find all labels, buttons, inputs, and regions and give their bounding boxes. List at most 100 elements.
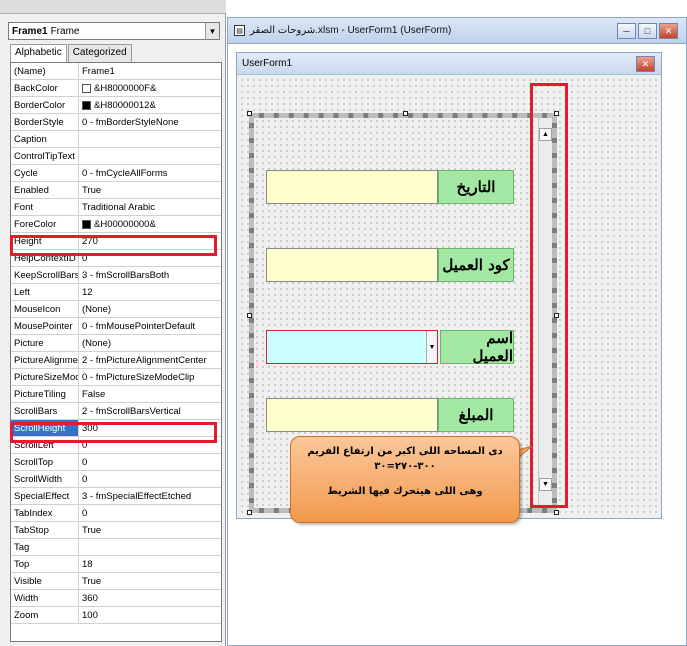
property-name[interactable]: Tag [11,539,79,555]
property-value[interactable]: 3 - fmSpecialEffectEtched [79,491,221,502]
property-name[interactable]: TabIndex [11,505,79,521]
property-value[interactable]: 0 [79,253,221,264]
property-name[interactable]: TabStop [11,522,79,538]
property-name[interactable]: ForeColor [11,216,79,232]
property-name[interactable]: Picture [11,335,79,351]
resize-handle[interactable] [247,510,252,515]
property-row[interactable]: TabStop True [11,522,221,539]
property-name[interactable]: Font [11,199,79,215]
property-name[interactable]: ScrollLeft [11,437,79,453]
object-selector-combo[interactable]: Frame1 Frame ▼ [8,22,220,40]
frame-vertical-scrollbar[interactable]: ▲ ▼ [538,118,552,508]
property-name[interactable]: MouseIcon [11,301,79,317]
resize-handle[interactable] [554,313,559,318]
property-row[interactable]: MousePointer 0 - fmMousePointerDefault [11,318,221,335]
customer-code-textbox[interactable] [266,248,438,282]
property-row[interactable]: Enabled True [11,182,221,199]
property-value[interactable]: &H00000000& [79,219,221,230]
property-name[interactable]: Top [11,556,79,572]
property-row[interactable]: ControlTipText [11,148,221,165]
property-value[interactable]: 18 [79,559,221,570]
property-row[interactable]: BackColor &H8000000F& [11,80,221,97]
property-name[interactable]: PictureAlignment [11,352,79,368]
property-value[interactable]: 100 [79,610,221,621]
property-value[interactable]: 300 [79,423,221,434]
property-row[interactable]: Font Traditional Arabic [11,199,221,216]
property-name[interactable]: KeepScrollBarsVisible [11,267,79,283]
property-name[interactable]: PictureTiling [11,386,79,402]
scroll-up-icon[interactable]: ▲ [539,128,552,141]
property-value[interactable]: 3 - fmScrollBarsBoth [79,270,221,281]
property-row[interactable]: TabIndex 0 [11,505,221,522]
property-name[interactable]: Height [11,233,79,249]
resize-handle[interactable] [247,111,252,116]
property-value[interactable]: 0 - fmPictureSizeModeClip [79,372,221,383]
userform-close-button[interactable]: ✕ [636,56,655,72]
restore-button[interactable]: □ [638,23,657,39]
property-row[interactable]: Zoom 100 [11,607,221,624]
property-value[interactable]: True [79,185,221,196]
minimize-button[interactable]: ─ [617,23,636,39]
property-name[interactable]: BorderColor [11,97,79,113]
property-value[interactable]: 0 [79,474,221,485]
property-name[interactable]: Visible [11,573,79,589]
property-value[interactable]: Frame1 [79,66,221,77]
resize-handle[interactable] [554,111,559,116]
property-name[interactable]: Cycle [11,165,79,181]
property-name[interactable]: ScrollHeight [11,420,79,436]
property-name[interactable]: HelpContextID [11,250,79,266]
property-name[interactable]: Left [11,284,79,300]
resize-handle[interactable] [403,111,408,116]
property-row[interactable]: ForeColor &H00000000& [11,216,221,233]
property-value[interactable]: False [79,389,221,400]
property-value[interactable]: 0 - fmCycleAllForms [79,168,221,179]
chevron-down-icon[interactable]: ▼ [205,23,219,39]
property-row[interactable]: ScrollBars 2 - fmScrollBarsVertical [11,403,221,420]
property-name[interactable]: BackColor [11,80,79,96]
property-value[interactable]: 270 [79,236,221,247]
property-name[interactable]: ScrollBars [11,403,79,419]
property-value[interactable]: (None) [79,304,221,315]
property-row[interactable]: (Name) Frame1 [11,63,221,80]
property-value[interactable]: 0 [79,440,221,451]
property-row[interactable]: Tag [11,539,221,556]
close-button[interactable]: ✕ [659,23,678,39]
property-row[interactable]: Height 270 [11,233,221,250]
tab-alphabetic[interactable]: Alphabetic [10,44,67,63]
property-row[interactable]: PictureAlignment 2 - fmPictureAlignmentCe… [11,352,221,369]
property-value[interactable]: True [79,576,221,587]
tab-categorized[interactable]: Categorized [67,44,132,62]
property-row[interactable]: HelpContextID 0 [11,250,221,267]
chevron-down-icon[interactable]: ▼ [426,331,437,363]
property-row[interactable]: Top 18 [11,556,221,573]
property-value[interactable]: &H8000000F& [79,83,221,94]
property-name[interactable]: Zoom [11,607,79,623]
property-name[interactable]: (Name) [11,63,79,79]
amount-textbox[interactable] [266,398,438,432]
property-row[interactable]: Width 360 [11,590,221,607]
property-row[interactable]: BorderStyle 0 - fmBorderStyleNone [11,114,221,131]
property-row[interactable]: Caption [11,131,221,148]
property-row[interactable]: BorderColor &H80000012& [11,97,221,114]
property-row[interactable]: Left 12 [11,284,221,301]
property-name[interactable]: SpecialEffect [11,488,79,504]
property-row[interactable]: MouseIcon (None) [11,301,221,318]
customer-name-combobox[interactable]: ▼ [266,330,438,364]
property-value[interactable]: 0 [79,457,221,468]
resize-handle[interactable] [247,313,252,318]
property-name[interactable]: ControlTipText [11,148,79,164]
property-name[interactable]: Caption [11,131,79,147]
property-row[interactable]: PictureTiling False [11,386,221,403]
property-row[interactable]: Picture (None) [11,335,221,352]
property-row[interactable]: ScrollWidth 0 [11,471,221,488]
property-row[interactable]: ScrollLeft 0 [11,437,221,454]
property-name[interactable]: PictureSizeMode [11,369,79,385]
property-value[interactable]: True [79,525,221,536]
property-name[interactable]: Width [11,590,79,606]
property-row[interactable]: ScrollTop 0 [11,454,221,471]
property-value[interactable]: 12 [79,287,221,298]
resize-handle[interactable] [554,510,559,515]
property-value[interactable]: Traditional Arabic [79,202,221,213]
property-value[interactable]: 0 - fmBorderStyleNone [79,117,221,128]
property-row[interactable]: Cycle 0 - fmCycleAllForms [11,165,221,182]
